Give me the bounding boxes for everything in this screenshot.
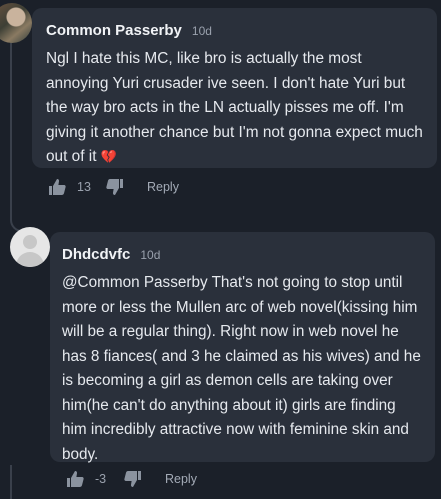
thumbs-down-icon[interactable] xyxy=(123,470,143,488)
comment-bubble: Dhdcdvfc 10d @Common Passerby That's not… xyxy=(50,232,435,463)
comment-body: Ngl I hate this MC, like bro is actually… xyxy=(46,50,423,165)
comment-meta: Dhdcdvfc 10d xyxy=(62,246,423,263)
avatar[interactable] xyxy=(0,3,32,43)
reply-button[interactable]: Reply xyxy=(165,472,197,486)
thread-connector xyxy=(10,40,26,232)
comment-bubble: Common Passerby 10d Ngl I hate this MC, … xyxy=(32,8,437,168)
comment-author[interactable]: Dhdcdvfc xyxy=(62,246,130,263)
comment-time: 10d xyxy=(140,248,161,262)
comment-actions: 13 Reply xyxy=(47,178,179,196)
thumbs-up-icon[interactable] xyxy=(65,470,85,488)
like-count: 13 xyxy=(77,180,91,194)
avatar[interactable] xyxy=(10,227,50,267)
comment-meta: Common Passerby 10d xyxy=(46,22,423,39)
comment-body: @Common Passerby That's not going to sto… xyxy=(62,274,421,463)
comment-author[interactable]: Common Passerby xyxy=(46,22,182,39)
thread-connector-continued xyxy=(10,465,12,499)
comment-time: 10d xyxy=(191,24,212,38)
broken-heart-emoji: 💔 xyxy=(100,149,117,164)
thumbs-down-icon[interactable] xyxy=(105,178,125,196)
reply-button[interactable]: Reply xyxy=(147,180,179,194)
like-count: -3 xyxy=(95,472,107,486)
thumbs-up-icon[interactable] xyxy=(47,178,67,196)
comment-actions: -3 Reply xyxy=(65,470,197,488)
comment-text: Ngl I hate this MC, like bro is actually… xyxy=(46,47,423,170)
